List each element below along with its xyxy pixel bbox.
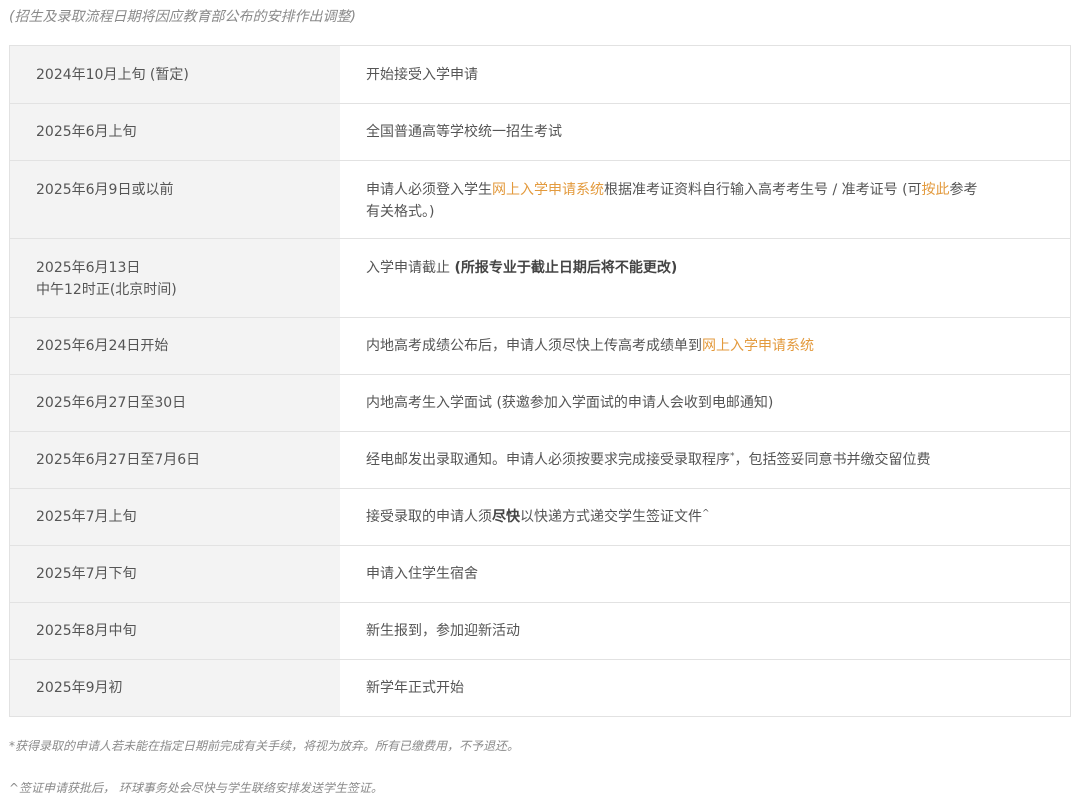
table-row: 2025年6月上旬 全国普通高等学校统一招生考试 [10, 103, 1070, 160]
deadline-warning: (所报专业于截止日期后将不能更改) [454, 260, 678, 276]
adjustment-notice: (招生及录取流程日期将因应教育部公布的安排作出调整) [9, 9, 356, 25]
row-date: 2024年10月上旬 (暂定) [10, 46, 340, 103]
click-here-link[interactable]: 按此 [922, 182, 950, 198]
row-description: 入学申请截止 (所报专业于截止日期后将不能更改) [340, 239, 1070, 317]
table-row: 2025年7月上旬 接受录取的申请人须尽快以快递方式递交学生签证文件^ [10, 488, 1070, 545]
row-description: 申请入住学生宿舍 [340, 546, 1070, 602]
row-description: 申请人必须登入学生网上入学申请系统根据准考证资料自行输入高考考生号 / 准考证号… [340, 161, 1070, 238]
row-description: 全国普通高等学校统一招生考试 [340, 104, 1070, 160]
footnote-marker-caret: ^ [702, 508, 710, 519]
table-row: 2025年6月27日至7月6日 经电邮发出录取通知。申请人必须按要求完成接受录取… [10, 431, 1070, 488]
row-description: 新生报到，参加迎新活动 [340, 603, 1070, 659]
as-soon-as-possible-text: 尽快 [492, 509, 520, 525]
row-date: 2025年6月24日开始 [10, 318, 340, 374]
table-row: 2025年9月初 新学年正式开始 [10, 659, 1070, 716]
table-row: 2025年6月27日至30日 内地高考生入学面试 (获邀参加入学面试的申请人会收… [10, 374, 1070, 431]
footnote-star: *获得录取的申请人若未能在指定日期前完成有关手续，将视为放弃。所有已缴费用，不予… [9, 739, 520, 753]
row-date: 2025年9月初 [10, 660, 340, 716]
table-row: 2025年6月9日或以前 申请人必须登入学生网上入学申请系统根据准考证资料自行输… [10, 160, 1070, 238]
row-date: 2025年6月27日至30日 [10, 375, 340, 431]
table-row: 2025年6月24日开始 内地高考成绩公布后，申请人须尽快上传高考成绩单到网上入… [10, 317, 1070, 374]
row-description: 内地高考成绩公布后，申请人须尽快上传高考成绩单到网上入学申请系统 [340, 318, 1070, 374]
online-application-system-link[interactable]: 网上入学申请系统 [702, 338, 814, 354]
footnote-caret: ^签证申请获批后， 环球事务处会尽快与学生联络安排发送学生签证。 [9, 781, 383, 795]
row-date: 2025年7月下旬 [10, 546, 340, 602]
admission-schedule-table: 2024年10月上旬 (暂定) 开始接受入学申请 2025年6月上旬 全国普通高… [9, 45, 1071, 717]
row-date: 2025年6月上旬 [10, 104, 340, 160]
row-description: 接受录取的申请人须尽快以快递方式递交学生签证文件^ [340, 489, 1070, 545]
table-row: 2025年8月中旬 新生报到，参加迎新活动 [10, 602, 1070, 659]
row-date: 2025年6月27日至7月6日 [10, 432, 340, 488]
online-application-system-link[interactable]: 网上入学申请系统 [492, 182, 604, 198]
row-date: 2025年8月中旬 [10, 603, 340, 659]
row-date: 2025年7月上旬 [10, 489, 340, 545]
table-row: 2025年7月下旬 申请入住学生宿舍 [10, 545, 1070, 602]
row-description: 开始接受入学申请 [340, 46, 1070, 103]
row-description: 新学年正式开始 [340, 660, 1070, 716]
row-date: 2025年6月9日或以前 [10, 161, 340, 238]
table-row: 2025年6月13日 中午12时正(北京时间) 入学申请截止 (所报专业于截止日… [10, 238, 1070, 317]
row-date: 2025年6月13日 中午12时正(北京时间) [10, 239, 340, 317]
table-row: 2024年10月上旬 (暂定) 开始接受入学申请 [10, 46, 1070, 103]
row-description: 经电邮发出录取通知。申请人必须按要求完成接受录取程序*，包括签妥同意书并缴交留位… [340, 432, 1070, 488]
row-description: 内地高考生入学面试 (获邀参加入学面试的申请人会收到电邮通知) [340, 375, 1070, 431]
